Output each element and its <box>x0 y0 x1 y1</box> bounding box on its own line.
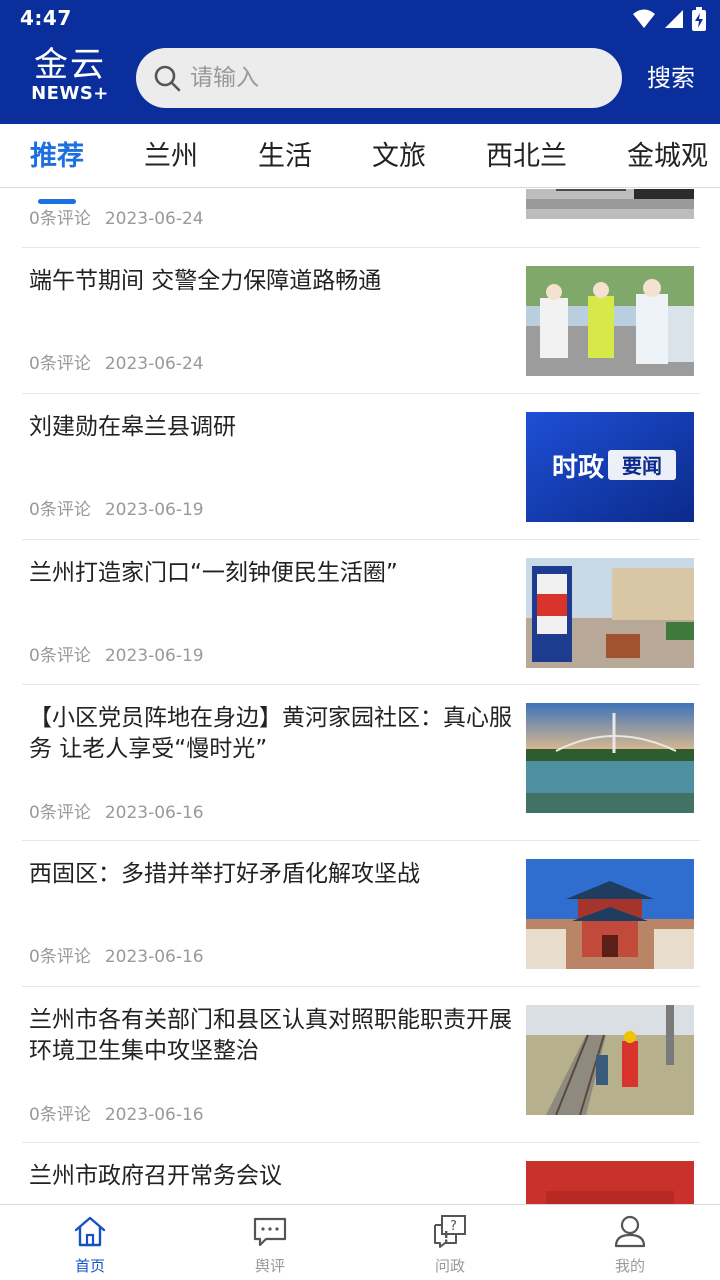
publish-date: 2023-06-16 <box>104 1105 204 1125</box>
search-box[interactable] <box>136 48 622 108</box>
comment-count: 0条评论 <box>29 209 91 229</box>
wifi-icon <box>633 9 655 28</box>
publish-date: 2023-06-24 <box>104 209 204 229</box>
tab-northwest[interactable]: 西北兰 <box>486 140 567 174</box>
status-time: 4:47 <box>20 6 72 30</box>
tab-lanzhou[interactable]: 兰州 <box>144 140 198 174</box>
search-icon <box>154 65 181 92</box>
news-meta: 0条评论 2023-06-16 <box>29 798 204 823</box>
publish-date: 2023-06-19 <box>104 646 204 666</box>
news-item[interactable]: 兰州市各有关部门和县区认真对照职能职责开展环境卫生集中攻坚整治 0条评论 2023… <box>22 987 700 1143</box>
chat-icon <box>253 1217 287 1247</box>
comment-count: 0条评论 <box>29 500 91 520</box>
home-icon <box>74 1216 106 1247</box>
app-logo: 金云 NEWS+ <box>18 46 122 110</box>
news-title: 兰州市政府召开常务会议 <box>29 1163 282 1189</box>
nav-mine-label: 我的 <box>614 1257 645 1275</box>
news-thumbnail <box>526 1005 694 1115</box>
comment-count: 0条评论 <box>29 646 91 666</box>
news-thumbnail <box>526 558 694 668</box>
news-item[interactable]: 【小区党员阵地在身边】黄河家园社区：真心服务 让老人享受“慢时光” 0条评论 20… <box>22 685 700 841</box>
publish-date: 2023-06-19 <box>104 500 204 520</box>
news-title: 端午节期间 交警全力保障道路畅通 <box>29 268 382 294</box>
nav-inquiry-label: 问政 <box>434 1257 465 1275</box>
status-icons <box>632 7 706 31</box>
news-title: 【小区党员阵地在身边】黄河家园社区：真心服务 让老人享受“慢时光” <box>29 705 512 762</box>
nav-home[interactable]: 首页 <box>0 1205 180 1280</box>
news-meta: 0条评论 2023-06-16 <box>29 942 204 967</box>
news-thumbnail <box>526 1161 694 1204</box>
publish-date: 2023-06-16 <box>104 947 204 967</box>
news-item[interactable]: 兰州打造家门口“一刻钟便民生活圈” 0条评论 2023-06-19 <box>22 540 700 685</box>
bottom-navigation: 首页 舆评 ? 问政 我的 <box>0 1204 720 1280</box>
news-thumbnail <box>526 266 694 376</box>
news-title: 兰州市各有关部门和县区认真对照职能职责开展环境卫生集中攻坚整治 <box>29 1007 512 1064</box>
signal-icon <box>665 10 683 28</box>
banner-text-part2: 要闻 <box>622 454 662 478</box>
comment-count: 0条评论 <box>29 354 91 374</box>
comment-count: 0条评论 <box>29 803 91 823</box>
news-title: 兰州打造家门口“一刻钟便民生活圈” <box>29 560 398 586</box>
category-tabs: 推荐 兰州 生活 文旅 西北兰 金城观 <box>0 124 720 188</box>
news-thumbnail <box>526 859 694 969</box>
tab-recommend[interactable]: 推荐 <box>30 140 84 174</box>
publish-date: 2023-06-24 <box>104 354 204 374</box>
user-icon <box>614 1215 646 1248</box>
tab-culture-travel[interactable]: 文旅 <box>372 140 426 174</box>
nav-comments[interactable]: 舆评 <box>180 1205 360 1280</box>
news-thumbnail <box>526 703 694 813</box>
news-feed[interactable]: 0条评论 2023-06-24 端午节期间 交警全力保障道路畅通 0条评论 2023… <box>0 189 720 1204</box>
logo-chinese-text: 金云 <box>34 45 106 85</box>
news-item[interactable]: 兰州市政府召开常务会议 <box>22 1143 700 1204</box>
news-item[interactable]: 西固区：多措并举打好矛盾化解攻坚战 0条评论 2023-06-16 <box>22 841 700 987</box>
app-header: 4:47 金云 NEWS+ 搜索 <box>0 0 720 124</box>
battery-icon <box>692 7 706 31</box>
search-button[interactable]: 搜索 <box>636 60 706 96</box>
news-item[interactable]: 0条评论 2023-06-24 <box>22 189 700 248</box>
logo-english-text: NEWS+ <box>31 83 109 104</box>
news-meta: 0条评论 2023-06-19 <box>29 641 204 666</box>
news-meta: 0条评论 2023-06-19 <box>29 495 204 520</box>
svg-text:?: ? <box>450 1219 457 1234</box>
nav-comments-label: 舆评 <box>254 1257 285 1275</box>
nav-mine[interactable]: 我的 <box>540 1205 720 1280</box>
tab-life[interactable]: 生活 <box>258 140 312 174</box>
search-input[interactable] <box>190 48 610 108</box>
comment-count: 0条评论 <box>29 1105 91 1125</box>
publish-date: 2023-06-16 <box>104 803 204 823</box>
news-meta: 0条评论 2023-06-24 <box>29 349 204 374</box>
tab-jincheng[interactable]: 金城观 <box>627 140 708 174</box>
news-title: 刘建勋在皋兰县调研 <box>29 414 236 440</box>
question-icon: ? <box>434 1215 466 1248</box>
comment-count: 0条评论 <box>29 947 91 967</box>
active-tab-indicator <box>38 199 76 204</box>
news-thumbnail <box>526 189 694 219</box>
news-thumbnail: 时政 要闻 <box>526 412 694 522</box>
news-title: 西固区：多措并举打好矛盾化解攻坚战 <box>29 861 420 887</box>
banner-text-part1: 时政 <box>552 452 604 483</box>
nav-home-label: 首页 <box>74 1257 105 1275</box>
news-item[interactable]: 端午节期间 交警全力保障道路畅通 0条评论 2023-06-24 <box>22 248 700 394</box>
news-meta: 0条评论 2023-06-24 <box>29 204 204 229</box>
news-meta: 0条评论 2023-06-16 <box>29 1100 204 1125</box>
news-item[interactable]: 刘建勋在皋兰县调研 0条评论 2023-06-19 时政 要闻 <box>22 394 700 540</box>
status-bar: 4:47 <box>0 0 720 36</box>
nav-inquiry[interactable]: ? 问政 <box>360 1205 540 1280</box>
